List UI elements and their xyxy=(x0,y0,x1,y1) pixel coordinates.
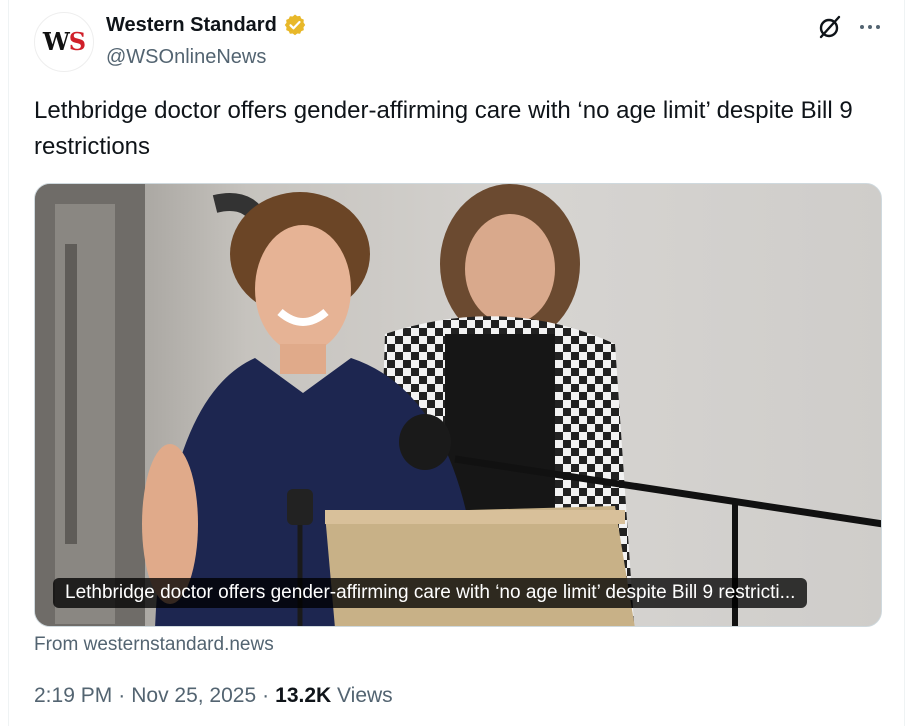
meta-separator: · xyxy=(118,684,126,707)
tweet-meta: 2:19 PM · Nov 25, 2025 · 13.2K Views xyxy=(34,684,393,708)
tweet-time[interactable]: 2:19 PM xyxy=(34,684,112,708)
display-name-text[interactable]: Western Standard xyxy=(106,14,277,37)
views-count: 13.2K xyxy=(275,684,332,707)
verified-badge-icon xyxy=(284,14,305,36)
tweet-card: WS Western Standard @WSOnlineNews Lethbr… xyxy=(8,0,905,726)
more-options-button[interactable] xyxy=(855,12,885,42)
western-standard-logo: WS xyxy=(42,27,86,56)
link-card-media[interactable]: Lethbridge doctor offers gender-affirmin… xyxy=(34,183,882,627)
author-handle[interactable]: @WSOnlineNews xyxy=(106,46,266,69)
meta-separator: · xyxy=(262,684,270,707)
tweet-text: Lethbridge doctor offers gender-affirmin… xyxy=(34,97,853,160)
views-label: Views xyxy=(337,684,393,707)
more-icon xyxy=(860,25,880,29)
grok-icon xyxy=(819,15,841,39)
author-avatar[interactable]: WS xyxy=(34,12,94,72)
author-display-name[interactable]: Western Standard xyxy=(106,13,307,37)
grok-button[interactable] xyxy=(815,12,845,42)
media-caption: Lethbridge doctor offers gender-affirmin… xyxy=(53,578,808,608)
tweet-date[interactable]: Nov 25, 2025 xyxy=(131,684,256,708)
link-source[interactable]: From westernstandard.news xyxy=(34,634,274,656)
article-photo xyxy=(35,184,881,626)
views[interactable]: 13.2K Views xyxy=(275,684,393,708)
